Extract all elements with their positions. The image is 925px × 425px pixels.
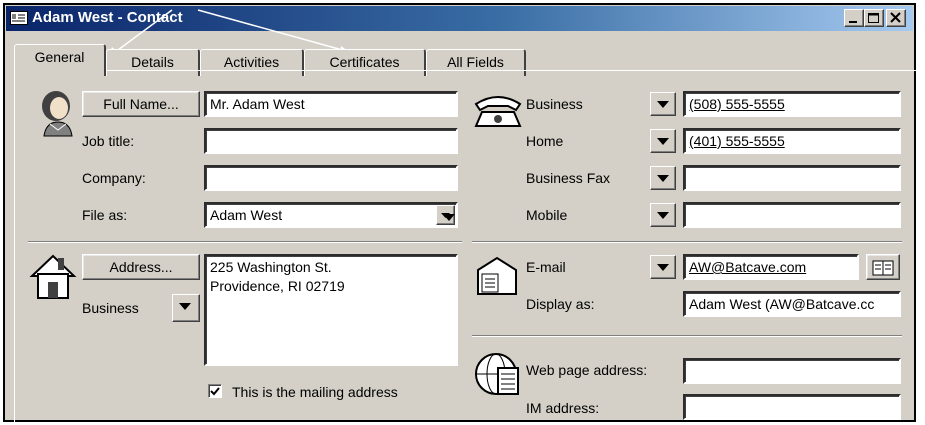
phone-field-mobile[interactable] [683,202,901,228]
chevron-down-icon [441,213,450,218]
im-address-field[interactable] [683,394,901,420]
phone-type-dropdown-1[interactable] [650,92,676,116]
mailing-address-label: This is the mailing address [232,384,398,400]
full-name-field[interactable]: Mr. Adam West [204,91,458,117]
email-type-dropdown[interactable] [650,255,676,279]
full-name-button[interactable]: Full Name... [82,91,200,117]
file-as-dropdown-button[interactable] [436,205,455,225]
email-envelope-icon [477,256,517,295]
file-as-label: File as: [82,207,128,223]
phone-label-business: Business [526,96,583,112]
address-book-icon [872,260,894,276]
web-page-field[interactable] [683,358,901,384]
phone-field-business-fax[interactable] [683,165,901,191]
phone-type-dropdown-2[interactable] [650,129,676,153]
mailing-address-checkbox[interactable] [208,384,222,398]
address-line-1: 225 Washington St. [210,259,332,275]
telephone-icon [474,96,522,127]
house-icon [29,254,77,299]
phone-label-mobile: Mobile [526,207,568,223]
phone-label-home: Home [526,133,564,149]
address-type-dropdown[interactable] [172,294,200,322]
address-book-button[interactable] [866,254,900,280]
job-title-field[interactable] [204,128,458,154]
email-web-divider [472,335,902,337]
address-textarea[interactable]: 225 Washington St. Providence, RI 02719 [204,254,458,366]
phone-field-business[interactable]: (508) 555-5555 [683,91,901,117]
phone-email-divider [472,241,902,243]
phone-label-business-fax: Business Fax [526,170,611,186]
address-button[interactable]: Address... [82,254,200,280]
address-line-2: Providence, RI 02719 [210,278,345,294]
web-page-label: Web page address: [526,362,648,378]
tab-general[interactable]: General [14,44,106,76]
email-field[interactable]: AW@Batcave.com [683,254,859,280]
file-as-value: Adam West [210,207,283,223]
phone-field-home[interactable]: (401) 555-5555 [683,128,901,154]
person-icon [42,91,73,137]
checkmark-icon [210,387,220,396]
job-title-label: Job title: [82,133,135,149]
address-type-label: Business [82,300,139,316]
web-page-icon [475,353,519,395]
company-label: Company: [82,170,146,186]
phone-type-dropdown-3[interactable] [650,166,676,190]
email-label: E-mail [526,259,566,275]
file-as-combobox[interactable]: Adam West [204,202,458,228]
name-address-divider [28,241,462,243]
display-as-label: Display as: [526,296,595,312]
display-as-field[interactable]: Adam West (AW@Batcave.cc [683,291,901,317]
phone-type-dropdown-4[interactable] [650,203,676,227]
im-address-label: IM address: [526,400,600,416]
company-field[interactable] [204,165,458,191]
